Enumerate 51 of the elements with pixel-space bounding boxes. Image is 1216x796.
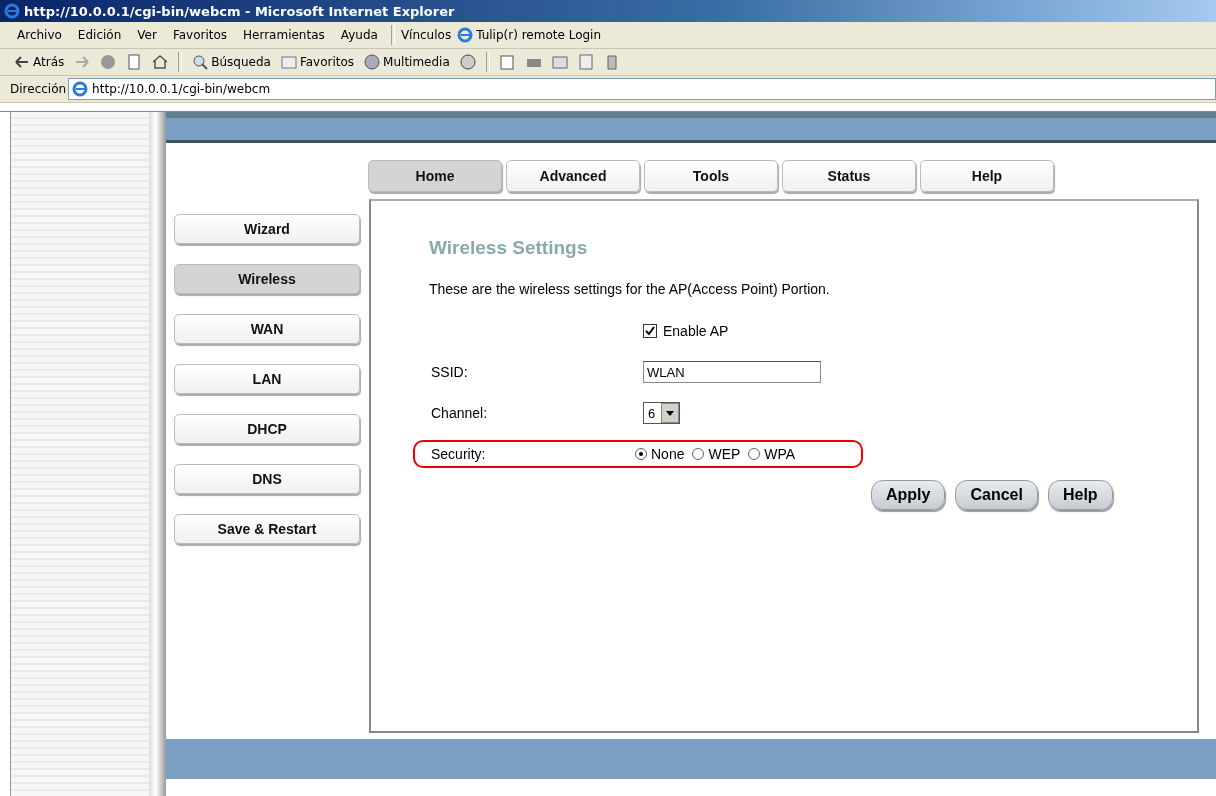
ssid-field[interactable]: WLAN — [643, 361, 821, 383]
nav-tab[interactable]: Advanced — [506, 160, 640, 192]
field-label: SSID: — [431, 364, 469, 380]
address-label: Dirección — [10, 82, 67, 96]
side-nav-button[interactable]: Wireless — [174, 264, 360, 294]
menu-item[interactable]: Ver — [130, 26, 164, 44]
action-button[interactable]: Help — [1047, 480, 1113, 510]
nav-tab[interactable]: Tools — [644, 160, 778, 192]
side-nav-button[interactable]: DHCP — [174, 414, 360, 444]
back-arrow-icon[interactable] — [14, 54, 30, 70]
radio-label: WEP — [708, 446, 741, 462]
side-nav-button[interactable]: DNS — [174, 464, 360, 494]
menu-item[interactable]: Ayuda — [333, 26, 385, 44]
field-label: Channel: — [431, 405, 489, 421]
ie-logo-icon — [4, 3, 20, 19]
section-heading: Wireless Settings — [429, 237, 589, 259]
radio-button[interactable] — [748, 448, 761, 460]
side-nav-button[interactable]: Wizard — [174, 214, 360, 244]
checkbox[interactable] — [643, 324, 657, 338]
menu-item[interactable]: Favoritos — [165, 26, 235, 44]
menu-item[interactable]: Archivo — [10, 26, 69, 44]
ie-logo-icon — [72, 81, 89, 97]
dropdown-arrow-icon — [666, 410, 675, 416]
action-button[interactable]: Cancel — [955, 480, 1038, 510]
description: These are the wireless settings for the AP(Access Point) Portion. — [429, 281, 831, 297]
side-nav-button[interactable]: Save & Restart — [174, 514, 360, 544]
nav-tab[interactable]: Home — [368, 160, 502, 192]
toolbar-button[interactable]: Atrás — [10, 52, 69, 72]
radio-button[interactable] — [635, 448, 647, 460]
window-title: http://10.0.0.1/cgi-bin/webcm - Microsoft Internet Explorer — [24, 3, 455, 19]
side-nav-button[interactable]: WAN — [174, 314, 360, 344]
radio-label: WPA — [764, 446, 796, 462]
address-field[interactable]: http://10.0.0.1/cgi-bin/webcm — [68, 78, 1216, 100]
link[interactable]: Tulip(r) remote Login — [453, 25, 606, 45]
ie-logo-icon — [457, 27, 474, 43]
side-nav-button[interactable]: LAN — [174, 364, 360, 394]
radio-button[interactable] — [692, 448, 705, 460]
checkbox-label: Enable AP — [663, 323, 729, 339]
toolbar-button[interactable]: Favoritos — [276, 52, 359, 72]
channel-dropdown[interactable]: 6 — [643, 402, 681, 424]
field-label: Security: — [431, 446, 487, 462]
toolbar-button[interactable]: Multimedia — [360, 52, 454, 72]
search-icon[interactable] — [192, 54, 209, 70]
menu-item[interactable]: Edición — [70, 26, 129, 44]
action-button[interactable]: Apply — [871, 480, 946, 510]
nav-tab[interactable]: Status — [782, 160, 916, 192]
radio-label: None — [651, 446, 685, 462]
links-label: Vínculos — [400, 28, 452, 42]
nav-tab[interactable]: Help — [920, 160, 1054, 192]
toolbar-button[interactable]: Búsqueda — [188, 52, 275, 72]
menu-item[interactable]: Herramientas — [236, 26, 332, 44]
